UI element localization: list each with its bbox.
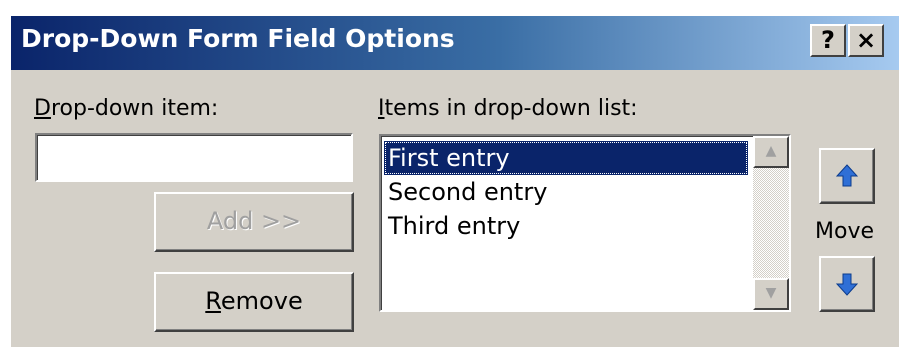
close-button[interactable]: × <box>848 24 884 57</box>
dropdown-item-input[interactable] <box>35 133 353 182</box>
vertical-scrollbar[interactable]: ▲ ▼ <box>753 136 789 310</box>
arrow-up-icon <box>836 164 858 187</box>
list-item[interactable]: Second entry <box>384 175 748 209</box>
scroll-down-button[interactable]: ▼ <box>753 278 789 310</box>
move-up-button[interactable] <box>819 148 875 204</box>
title-bar: Drop-Down Form Field Options ? × <box>11 16 899 70</box>
move-down-button[interactable] <box>819 256 875 312</box>
close-icon: × <box>855 26 877 54</box>
dropdown-item-label: Drop-down item: <box>34 96 219 121</box>
help-icon: ? <box>821 26 835 54</box>
arrow-down-icon <box>836 273 858 296</box>
list-item[interactable]: Third entry <box>384 209 748 243</box>
dropdown-listbox[interactable]: First entry Second entry Third entry ▲ ▼ <box>379 134 791 312</box>
scroll-up-button[interactable]: ▲ <box>753 136 789 168</box>
list-item[interactable]: First entry <box>384 141 748 175</box>
add-button[interactable]: Add >> <box>154 192 354 252</box>
dialog-window: Drop-Down Form Field Options ? × Drop-do… <box>10 16 899 347</box>
scroll-up-icon: ▲ <box>765 143 777 159</box>
dialog-title: Drop-Down Form Field Options <box>21 24 455 53</box>
help-button[interactable]: ? <box>810 24 846 57</box>
move-label: Move <box>815 219 874 244</box>
remove-button[interactable]: Remove <box>154 272 354 332</box>
list-label: Items in drop-down list: <box>378 96 638 121</box>
scroll-down-icon: ▼ <box>765 285 777 301</box>
